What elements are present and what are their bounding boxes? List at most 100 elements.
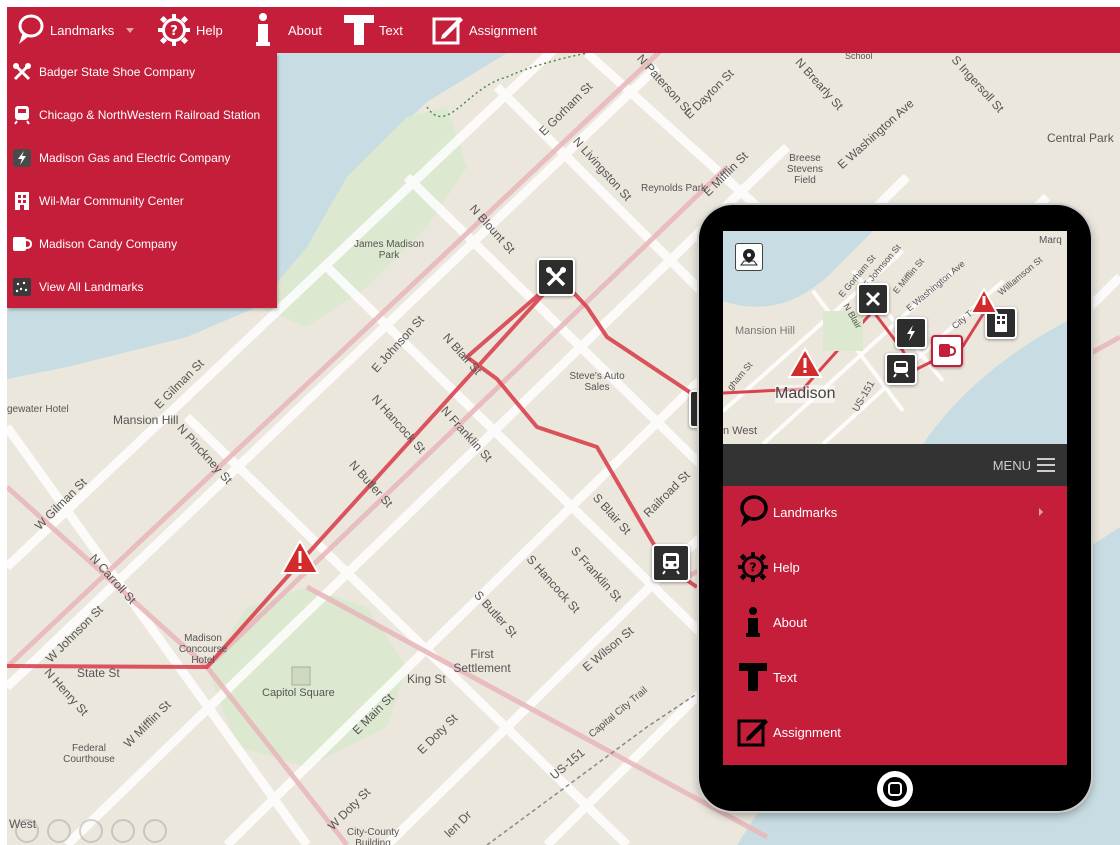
dropdown-item-candy-company[interactable]: Madison Candy Company: [11, 229, 273, 259]
tablet-item-label: About: [773, 614, 807, 630]
dropdown-item-wilmar[interactable]: Wil-Mar Community Center: [11, 186, 273, 216]
app-page: E Gorham St N Paterson St E Dayton St N …: [7, 7, 1120, 845]
train-icon: [662, 553, 680, 575]
tablet-menu-label: MENU: [992, 457, 1031, 473]
hamburger-icon[interactable]: [1037, 458, 1055, 472]
dropdown-item-label: Badger State Shoe Company: [39, 65, 196, 79]
nav-assignment-label: Assignment: [469, 22, 537, 38]
nav-about[interactable]: About: [253, 7, 322, 53]
map-pin-icon: [740, 249, 758, 266]
tablet-item-label: Assignment: [773, 724, 841, 740]
tablet-item-label: Text: [773, 669, 797, 685]
dropdown-item-label: Chicago & NorthWestern Railroad Station: [39, 108, 261, 122]
landmarks-dropdown: Badger State Shoe Company Chicago & Nort…: [7, 53, 277, 308]
marker-railroad-station[interactable]: [652, 544, 690, 582]
dropdown-item-gas-electric[interactable]: Madison Gas and Electric Company: [11, 143, 273, 173]
nav-landmarks-label: Landmarks: [50, 22, 115, 38]
info-icon: [256, 13, 270, 46]
marker-shoe-company[interactable]: [537, 258, 575, 296]
dropdown-item-label: Madison Candy Company: [39, 237, 178, 251]
svg-text:?: ?: [170, 24, 178, 39]
tablet-mockup: Mansion Hill Madison n West US-151 Marq …: [699, 205, 1091, 811]
tablet-item-label: Help: [773, 559, 800, 575]
map-label: Central Park: [1047, 131, 1114, 145]
tablet-marker-train[interactable]: [885, 353, 917, 385]
warning-marker[interactable]: [280, 539, 320, 575]
tablet-marker-mug[interactable]: [931, 335, 963, 367]
tablet-warning-marker-2[interactable]: [969, 287, 999, 315]
building-icon: [995, 314, 1007, 332]
tablet-marker-lightning[interactable]: [895, 317, 927, 349]
tablet-item-assignment[interactable]: Assignment: [737, 710, 1057, 754]
text-icon: [344, 15, 374, 45]
tablet-item-text[interactable]: Text: [737, 655, 1057, 699]
map-label: James Madison Park: [353, 239, 425, 261]
map-label: First Settlement: [453, 647, 511, 675]
nav-landmarks[interactable]: Landmarks: [15, 7, 135, 53]
dots-icon: [11, 276, 33, 298]
dropdown-item-view-all[interactable]: View All Landmarks: [11, 272, 273, 302]
nav-text[interactable]: Text: [344, 7, 403, 53]
mug-icon: [11, 233, 33, 255]
train-icon: [11, 104, 33, 126]
tablet-warning-marker[interactable]: [787, 347, 823, 379]
dropdown-item-label: Wil-Mar Community Center: [39, 194, 184, 208]
layers-icon-button[interactable]: [735, 243, 763, 271]
map-label: Capitol Square: [262, 687, 335, 699]
svg-text:?: ?: [749, 561, 756, 575]
tablet-map-label: Madison: [775, 385, 836, 403]
tablet-home-button[interactable]: [877, 771, 913, 807]
dropdown-item-label: View All Landmarks: [39, 280, 144, 294]
chevron-right-icon: [1039, 508, 1043, 516]
map-label: gewater Hotel: [7, 404, 69, 415]
text-icon: [739, 663, 767, 691]
tablet-item-about[interactable]: About: [737, 600, 1057, 644]
pin-icon: [18, 14, 44, 44]
tools-icon: [865, 291, 881, 307]
chevron-down-icon: [126, 27, 135, 33]
top-navbar: Landmarks ? Help About Text Assignment: [7, 7, 1120, 53]
control-circle-icon[interactable]: [143, 819, 167, 843]
tablet-screen: Mansion Hill Madison n West US-151 Marq …: [723, 231, 1067, 765]
nav-help[interactable]: ? Help: [157, 7, 223, 53]
control-circle-icon[interactable]: [79, 819, 103, 843]
nav-about-label: About: [288, 22, 322, 38]
dropdown-item-label: Madison Gas and Electric Company: [39, 151, 231, 165]
lightning-icon: [907, 325, 915, 341]
control-circle-icon[interactable]: [111, 819, 135, 843]
train-icon: [893, 361, 909, 378]
map-label: Madison Concourse Hotel: [178, 633, 228, 666]
lightning-icon: [11, 147, 33, 169]
nav-assignment[interactable]: Assignment: [432, 7, 537, 53]
tablet-item-landmarks[interactable]: Landmarks: [737, 490, 1057, 534]
pin-icon: [740, 495, 768, 527]
edit-icon: [432, 17, 463, 45]
map-controls[interactable]: [15, 819, 167, 843]
map-label: Federal Courthouse: [63, 743, 115, 765]
building-icon: [11, 190, 33, 212]
tablet-item-label: Landmarks: [773, 504, 838, 520]
map-label: King St: [407, 672, 446, 686]
map-label: Reynolds Park: [641, 183, 707, 194]
tools-icon: [11, 61, 33, 83]
control-circle-icon[interactable]: [15, 819, 39, 843]
tools-icon: [546, 267, 566, 287]
map-label: City-County Building: [346, 827, 400, 845]
home-square-icon: [883, 777, 907, 801]
gear-help-icon: ?: [737, 551, 769, 583]
nav-text-label: Text: [379, 22, 403, 38]
tablet-item-help[interactable]: ? Help: [737, 545, 1057, 589]
map-label: Mansion Hill: [113, 413, 179, 427]
dropdown-item-railroad-station[interactable]: Chicago & NorthWestern Railroad Station: [11, 100, 273, 130]
tablet-menu-bar[interactable]: MENU: [723, 444, 1067, 486]
info-icon: [746, 607, 760, 637]
map-label: Steve's Auto Sales: [569, 371, 625, 393]
nav-help-label: Help: [196, 22, 223, 38]
mug-icon: [939, 344, 956, 357]
gear-help-icon: ?: [158, 14, 190, 46]
map-label: Breese Stevens Field: [786, 153, 824, 186]
tablet-map-label: Mansion Hill: [735, 325, 795, 337]
tablet-marker-tools[interactable]: [857, 283, 889, 315]
dropdown-item-shoe-company[interactable]: Badger State Shoe Company: [11, 57, 273, 87]
control-circle-icon[interactable]: [47, 819, 71, 843]
